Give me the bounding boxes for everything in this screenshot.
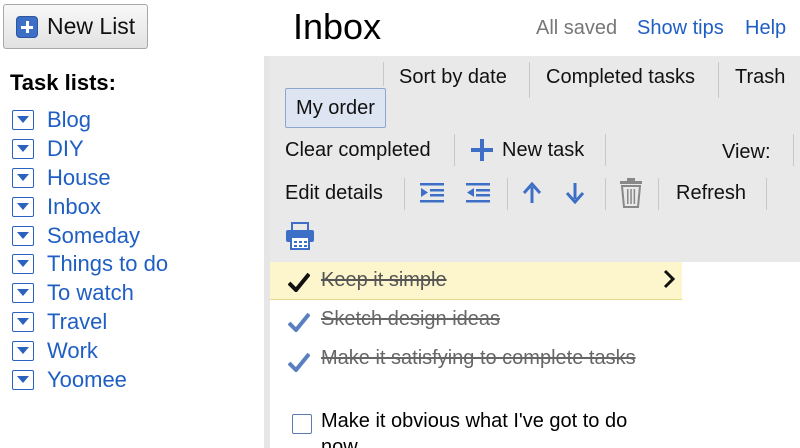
help-link[interactable]: Help	[745, 17, 786, 40]
page-title: Inbox	[293, 6, 382, 47]
toolbar-separator	[507, 178, 508, 210]
plus-icon[interactable]	[470, 138, 494, 167]
edit-details-button[interactable]: Edit details	[285, 182, 383, 205]
sidebar-item-label[interactable]: Yoomee	[47, 367, 127, 393]
new-list-label: New List	[47, 13, 136, 39]
task-row[interactable]: Sketch design ideas	[270, 302, 682, 340]
sidebar-item-label[interactable]: Things to do	[47, 251, 168, 277]
completed-tasks-button[interactable]: Completed tasks	[546, 66, 695, 89]
plus-icon	[16, 15, 38, 38]
sidebar-item-work[interactable]: Work	[12, 336, 168, 365]
clear-completed-button[interactable]: Clear completed	[285, 139, 431, 162]
sidebar-item-label[interactable]: Inbox	[47, 194, 101, 220]
save-status: All saved	[536, 17, 618, 39]
trash-icon[interactable]	[619, 178, 643, 213]
checkmark-icon[interactable]	[287, 272, 311, 297]
dropdown-icon[interactable]	[12, 167, 34, 188]
task-row[interactable]: Keep it simple	[270, 262, 682, 300]
new-task-button[interactable]: New task	[502, 139, 584, 162]
sidebar-item-inbox[interactable]: Inbox	[12, 192, 168, 221]
sidebar-item-someday[interactable]: Someday	[12, 221, 168, 250]
checkmark-icon[interactable]	[287, 352, 311, 377]
trash-button[interactable]: Trash	[735, 66, 785, 89]
task-list: Keep it simple Sketch design ideas Make …	[270, 262, 800, 448]
top-bar: New List Inbox All saved Show tips Help	[0, 0, 800, 56]
toolbar-separator	[605, 134, 606, 166]
task-text[interactable]: Keep it simple	[321, 267, 447, 293]
dropdown-icon[interactable]	[12, 311, 34, 332]
dropdown-icon[interactable]	[12, 283, 34, 304]
task-row[interactable]: Make it satisfying to complete tasks	[270, 342, 682, 402]
sidebar-item-label[interactable]: To watch	[47, 280, 134, 306]
task-text[interactable]: Sketch design ideas	[321, 306, 500, 332]
dropdown-icon[interactable]	[12, 196, 34, 217]
sidebar-item-label[interactable]: Someday	[47, 223, 140, 249]
task-text[interactable]: Make it satisfying to complete tasks	[321, 345, 661, 371]
dropdown-icon[interactable]	[12, 340, 34, 361]
sidebar-item-label[interactable]: DIY	[47, 136, 84, 162]
toolbar-separator	[658, 178, 659, 210]
dropdown-icon[interactable]	[12, 225, 34, 246]
checkmark-icon[interactable]	[287, 312, 311, 337]
sidebar-item-diy[interactable]: DIY	[12, 135, 168, 164]
view-label: View:	[722, 141, 771, 163]
dropdown-icon[interactable]	[12, 369, 34, 390]
toolbar-separator	[404, 178, 405, 210]
my-order-button[interactable]: My order	[285, 88, 386, 128]
toolbar-separator	[605, 178, 606, 210]
toolbar-separator	[383, 62, 384, 86]
sort-by-date-button[interactable]: Sort by date	[399, 66, 507, 89]
arrow-down-icon[interactable]	[565, 182, 585, 209]
toolbar-separator	[454, 134, 455, 166]
sidebar-item-travel[interactable]: Travel	[12, 308, 168, 337]
sidebar-item-label[interactable]: Travel	[47, 309, 107, 335]
task-checkbox[interactable]	[292, 414, 312, 434]
dropdown-icon[interactable]	[12, 110, 34, 131]
sidebar-item-to-watch[interactable]: To watch	[12, 279, 168, 308]
new-list-button[interactable]: New List	[3, 4, 148, 49]
dropdown-icon[interactable]	[12, 254, 34, 275]
sidebar-item-label[interactable]: Work	[47, 338, 98, 364]
toolbar-separator	[793, 134, 794, 166]
sidebar-item-label[interactable]: Blog	[47, 107, 91, 133]
sidebar: Task lists: Blog DIY House Inbox Someday…	[0, 56, 264, 448]
sidebar-item-label[interactable]: House	[47, 165, 111, 191]
task-row[interactable]: Make it obvious what I've got to do now	[270, 406, 682, 448]
sidebar-item-yoomee[interactable]: Yoomee	[12, 365, 168, 394]
toolbar: Sort by date Completed tasks Trash My or…	[270, 56, 800, 262]
toolbar-separator	[718, 62, 719, 98]
sidebar-heading: Task lists:	[10, 70, 116, 95]
show-tips-link[interactable]: Show tips	[637, 17, 724, 40]
toolbar-separator	[529, 62, 530, 98]
sidebar-item-things-to-do[interactable]: Things to do	[12, 250, 168, 279]
task-text[interactable]: Make it obvious what I've got to do now	[321, 408, 661, 448]
chevron-right-icon[interactable]	[662, 268, 676, 295]
toolbar-separator	[766, 178, 767, 210]
sidebar-item-house[interactable]: House	[12, 164, 168, 193]
print-icon[interactable]	[285, 222, 315, 255]
dropdown-icon[interactable]	[12, 139, 34, 160]
task-list-menu: Blog DIY House Inbox Someday Things to d…	[12, 106, 168, 394]
indent-icon[interactable]	[420, 182, 444, 209]
outdent-icon[interactable]	[466, 182, 490, 209]
sidebar-item-blog[interactable]: Blog	[12, 106, 168, 135]
refresh-button[interactable]: Refresh	[676, 182, 746, 205]
arrow-up-icon[interactable]	[522, 181, 542, 209]
